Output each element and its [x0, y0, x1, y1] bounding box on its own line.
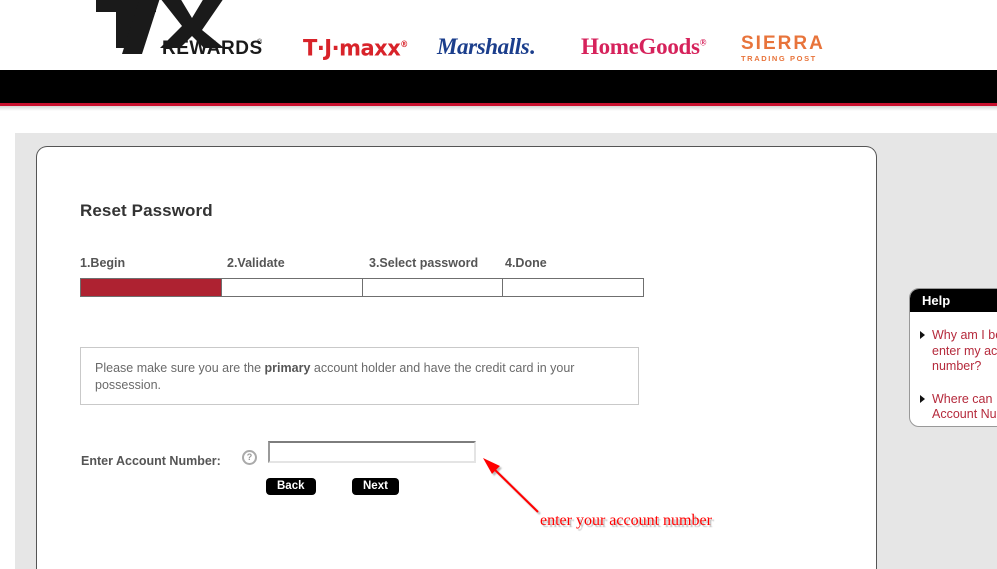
page-title: Reset Password: [80, 201, 213, 220]
tjx-rewards-logo[interactable]: REWARDS ®: [94, 0, 274, 58]
notice-text-before: Please make sure you are the: [95, 361, 265, 375]
triangle-bullet-icon: [920, 394, 925, 403]
notice-box: Please make sure you are the primary acc…: [80, 347, 639, 405]
question-mark-icon[interactable]: ?: [242, 450, 257, 465]
next-button[interactable]: Next: [352, 478, 399, 495]
account-number-input[interactable]: [268, 441, 476, 463]
brand-logo-sierra-tagline: TRADING POST: [741, 54, 817, 63]
brand-logo-marshalls[interactable]: Marshalls.: [437, 34, 535, 60]
step-label-2: 2.Validate: [227, 256, 285, 270]
brand-logo-tjmaxx[interactable]: T·J·maxx®: [303, 35, 408, 60]
brand-logo-marshalls-dot: .: [529, 34, 535, 59]
step-label-3: 3.Select password: [369, 256, 479, 270]
page-body: Reset Password 1.Begin 2.Validate 3.Sele…: [0, 111, 997, 569]
svg-text:®: ®: [257, 38, 263, 46]
step-label-1: 1.Begin: [80, 256, 126, 270]
notice-text-emphasis: primary: [264, 361, 311, 375]
list-item[interactable]: Why am I being asked to enter my account…: [918, 328, 997, 375]
site-header-logo-band: REWARDS ® T·J·maxx® Marshalls. HomeGoods…: [0, 0, 997, 70]
brand-logo-sierra-text: SIERRA: [741, 33, 825, 54]
svg-text:REWARDS: REWARDS: [162, 38, 263, 58]
brand-logo-homegoods-text: HomeGoods: [581, 34, 700, 59]
list-item[interactable]: Where can I find my Account Number?: [918, 392, 997, 423]
brand-logo-homegoods-registered: ®: [699, 37, 707, 48]
brand-logo-sierra[interactable]: SIERRA TRADING POST: [741, 34, 825, 63]
progress-segment-3: [361, 278, 503, 297]
step-label-4: 4.Done: [505, 256, 547, 270]
progress-segment-2: [220, 278, 362, 297]
triangle-bullet-icon: [920, 331, 925, 339]
brand-logo-marshalls-text: Marshalls: [437, 34, 530, 59]
notice-text: Please make sure you are the primary acc…: [95, 360, 613, 394]
progress-segment-1: [80, 278, 221, 297]
top-navigation-bar[interactable]: [0, 70, 997, 103]
back-button[interactable]: Back: [266, 478, 316, 495]
content-shell: Reset Password 1.Begin 2.Validate 3.Sele…: [15, 133, 997, 569]
progress-segment-4: [502, 278, 644, 297]
help-panel-title: Help: [910, 289, 997, 312]
help-panel: Help Why am I being asked to enter my ac…: [909, 288, 997, 427]
account-number-label: Enter Account Number:: [81, 454, 221, 468]
reset-password-card: Reset Password 1.Begin 2.Validate 3.Sele…: [36, 146, 877, 569]
help-panel-links: Why am I being asked to enter my account…: [910, 312, 997, 426]
progress-stepper-labels: 1.Begin 2.Validate 3.Select password 4.D…: [80, 256, 650, 274]
brand-logo-tjmaxx-registered: ®: [400, 39, 408, 50]
brand-logo-homegoods[interactable]: HomeGoods®: [581, 34, 706, 60]
help-link-where-find-account-number[interactable]: Where can I find my Account Number?: [932, 392, 997, 423]
brand-logo-tjmaxx-text: T·J·maxx: [303, 35, 401, 61]
progress-bar: [80, 278, 644, 297]
help-link-why-asked[interactable]: Why am I being asked to enter my account…: [932, 328, 997, 375]
